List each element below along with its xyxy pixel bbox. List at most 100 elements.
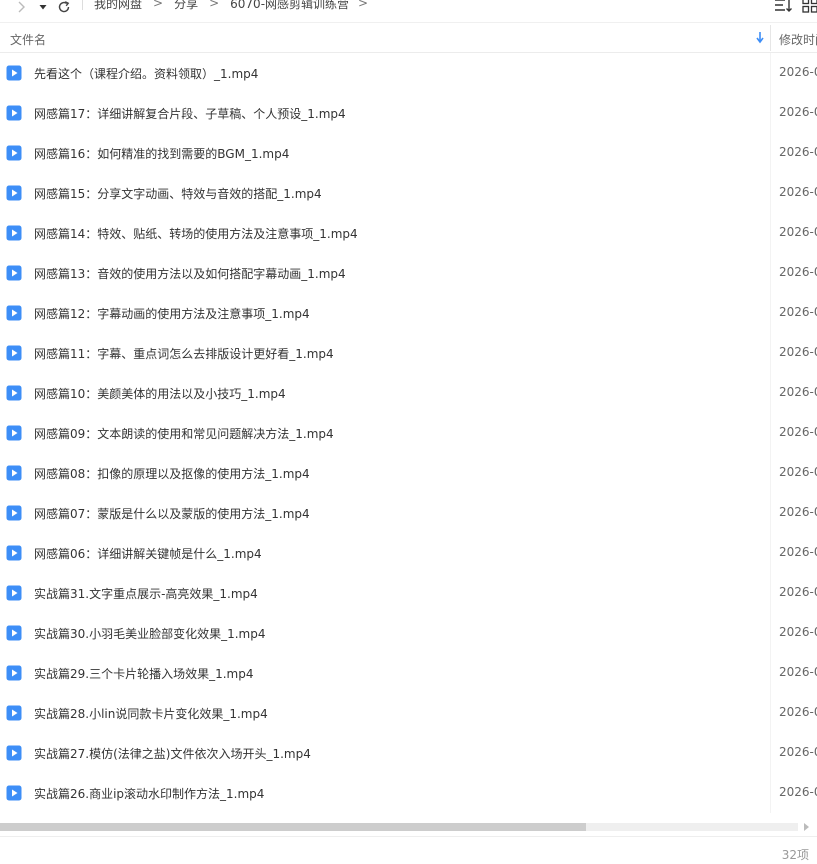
column-header-name[interactable]: 文件名 xyxy=(10,31,46,48)
toolbar-divider xyxy=(82,0,83,10)
file-name[interactable]: 网感篇08：扣像的原理以及抠像的使用方法_1.mp4 xyxy=(34,465,310,482)
file-name[interactable]: 网感篇07：蒙版是什么以及蒙版的使用方法_1.mp4 xyxy=(34,505,310,522)
file-name[interactable]: 网感篇16：如何精准的找到需要的BGM_1.mp4 xyxy=(34,145,289,162)
video-file-icon xyxy=(6,665,22,681)
file-name[interactable]: 先看这个（课程介绍。资料领取）_1.mp4 xyxy=(34,65,258,82)
file-name[interactable]: 网感篇13：音效的使用方法以及如何搭配字幕动画_1.mp4 xyxy=(34,265,346,282)
column-divider xyxy=(770,693,771,733)
refresh-icon xyxy=(58,1,70,13)
file-name[interactable]: 实战篇28.小lin说同款卡片变化效果_1.mp4 xyxy=(34,705,268,722)
file-name[interactable]: 实战篇29.三个卡片轮播入场效果_1.mp4 xyxy=(34,665,253,682)
file-modified-date: 2026-0 xyxy=(779,345,817,359)
column-divider[interactable] xyxy=(770,25,771,51)
column-divider xyxy=(770,293,771,333)
video-file-icon xyxy=(6,65,22,81)
video-file-icon xyxy=(6,465,22,481)
video-file-icon xyxy=(6,225,22,241)
video-file-icon xyxy=(6,385,22,401)
file-modified-date: 2026-0 xyxy=(779,785,817,799)
video-file-icon xyxy=(6,185,22,201)
file-name[interactable]: 实战篇27.模仿(法律之盐)文件依次入场开头_1.mp4 xyxy=(34,745,311,762)
file-modified-date: 2026-0 xyxy=(779,545,817,559)
video-file-icon xyxy=(6,265,22,281)
column-divider xyxy=(770,53,771,93)
file-name[interactable]: 网感篇10：美颜美体的用法以及小技巧_1.mp4 xyxy=(34,385,286,402)
scroll-right-icon[interactable] xyxy=(801,822,811,832)
file-row[interactable]: 网感篇09：文本朗读的使用和常见问题解决方法_1.mp4 2026-0 xyxy=(0,413,817,453)
file-row[interactable]: 网感篇08：扣像的原理以及抠像的使用方法_1.mp4 2026-0 xyxy=(0,453,817,493)
file-row[interactable]: 网感篇14：特效、贴纸、转场的使用方法及注意事项_1.mp4 2026-0 xyxy=(0,213,817,253)
column-header-modified[interactable]: 修改时间 xyxy=(779,31,817,48)
file-modified-date: 2026-0 xyxy=(779,265,817,279)
file-row[interactable]: 网感篇17：详细讲解复合片段、子草稿、个人预设_1.mp4 2026-0 xyxy=(0,93,817,133)
file-modified-date: 2026-0 xyxy=(779,665,817,679)
file-name[interactable]: 网感篇15：分享文字动画、特效与音效的搭配_1.mp4 xyxy=(34,185,322,202)
back-button[interactable] xyxy=(10,0,32,18)
video-file-icon xyxy=(6,305,22,321)
video-file-icon xyxy=(6,345,22,361)
breadcrumb-item-share[interactable]: 分享 xyxy=(174,0,198,12)
file-modified-date: 2026-0 xyxy=(779,105,817,119)
video-file-icon xyxy=(6,705,22,721)
file-row[interactable]: 实战篇31.文字重点展示-高亮效果_1.mp4 2026-0 xyxy=(0,573,817,613)
file-row[interactable]: 网感篇12：字幕动画的使用方法及注意事项_1.mp4 2026-0 xyxy=(0,293,817,333)
column-divider xyxy=(770,653,771,693)
file-row[interactable]: 实战篇28.小lin说同款卡片变化效果_1.mp4 2026-0 xyxy=(0,693,817,733)
file-row[interactable]: 实战篇30.小羽毛美业脸部变化效果_1.mp4 2026-0 xyxy=(0,613,817,653)
file-row[interactable]: 网感篇13：音效的使用方法以及如何搭配字幕动画_1.mp4 2026-0 xyxy=(0,253,817,293)
video-file-icon xyxy=(6,745,22,761)
video-file-icon xyxy=(6,105,22,121)
column-divider xyxy=(770,133,771,173)
file-name[interactable]: 网感篇09：文本朗读的使用和常见问题解决方法_1.mp4 xyxy=(34,425,334,442)
file-name[interactable]: 实战篇26.商业ip滚动水印制作方法_1.mp4 xyxy=(34,785,264,802)
file-row[interactable]: 实战篇29.三个卡片轮播入场效果_1.mp4 2026-0 xyxy=(0,653,817,693)
column-divider xyxy=(770,493,771,533)
horizontal-scrollbar[interactable] xyxy=(0,821,817,833)
file-row[interactable]: 实战篇26.商业ip滚动水印制作方法_1.mp4 2026-0 xyxy=(0,773,817,813)
file-row[interactable]: 先看这个（课程介绍。资料领取）_1.mp4 2026-0 xyxy=(0,53,817,93)
video-file-icon xyxy=(6,505,22,521)
file-name[interactable]: 网感篇14：特效、贴纸、转场的使用方法及注意事项_1.mp4 xyxy=(34,225,358,242)
view-toggle-button[interactable] xyxy=(801,0,817,16)
breadcrumb: 我的网盘 > 分享 > 6070-网感剪辑训练营 > xyxy=(94,0,379,11)
video-file-icon xyxy=(6,625,22,641)
breadcrumb-item-current-folder[interactable]: 6070-网感剪辑训练营 xyxy=(230,0,349,12)
column-divider xyxy=(770,213,771,253)
breadcrumb-separator-icon[interactable]: > xyxy=(358,0,368,10)
file-modified-date: 2026-0 xyxy=(779,745,817,759)
column-divider xyxy=(770,373,771,413)
file-row[interactable]: 网感篇07：蒙版是什么以及蒙版的使用方法_1.mp4 2026-0 xyxy=(0,493,817,533)
file-row[interactable]: 网感篇10：美颜美体的用法以及小技巧_1.mp4 2026-0 xyxy=(0,373,817,413)
file-name[interactable]: 实战篇31.文字重点展示-高亮效果_1.mp4 xyxy=(34,585,258,602)
column-divider xyxy=(770,613,771,653)
sort-descending-icon[interactable] xyxy=(755,30,765,44)
file-name[interactable]: 网感篇17：详细讲解复合片段、子草稿、个人预设_1.mp4 xyxy=(34,105,346,122)
sort-button[interactable] xyxy=(774,0,794,16)
column-divider xyxy=(770,333,771,373)
file-modified-date: 2026-0 xyxy=(779,225,817,239)
sort-list-icon xyxy=(775,0,792,12)
file-name[interactable]: 网感篇12：字幕动画的使用方法及注意事项_1.mp4 xyxy=(34,305,310,322)
file-name[interactable]: 实战篇30.小羽毛美业脸部变化效果_1.mp4 xyxy=(34,625,265,642)
breadcrumb-separator-icon: > xyxy=(209,0,220,10)
refresh-button[interactable] xyxy=(54,0,74,18)
file-row[interactable]: 网感篇06：详细讲解关键帧是什么_1.mp4 2026-0 xyxy=(0,533,817,573)
file-modified-date: 2026-0 xyxy=(779,145,817,159)
column-divider xyxy=(770,573,771,613)
file-modified-date: 2026-0 xyxy=(779,65,817,79)
file-row[interactable]: 实战篇27.模仿(法律之盐)文件依次入场开头_1.mp4 2026-0 xyxy=(0,733,817,773)
status-bar: 32项 xyxy=(0,836,817,864)
chevron-right-icon xyxy=(18,1,25,13)
file-list: 先看这个（课程介绍。资料领取）_1.mp42026-0网感篇17：详细讲解复合片… xyxy=(0,53,817,820)
file-row[interactable]: 网感篇16：如何精准的找到需要的BGM_1.mp4 2026-0 xyxy=(0,133,817,173)
file-name[interactable]: 网感篇11：字幕、重点词怎么去排版设计更好看_1.mp4 xyxy=(34,345,334,362)
history-dropdown-button[interactable] xyxy=(36,0,50,18)
file-name[interactable]: 网感篇06：详细讲解关键帧是什么_1.mp4 xyxy=(34,545,262,562)
scrollbar-thumb[interactable] xyxy=(0,823,586,831)
file-row[interactable]: 网感篇15：分享文字动画、特效与音效的搭配_1.mp4 2026-0 xyxy=(0,173,817,213)
breadcrumb-item-my-drive[interactable]: 我的网盘 xyxy=(94,0,142,12)
file-row[interactable]: 网感篇11：字幕、重点词怎么去排版设计更好看_1.mp4 2026-0 xyxy=(0,333,817,373)
file-modified-date: 2026-0 xyxy=(779,425,817,439)
file-modified-date: 2026-0 xyxy=(779,385,817,399)
column-divider xyxy=(770,413,771,453)
